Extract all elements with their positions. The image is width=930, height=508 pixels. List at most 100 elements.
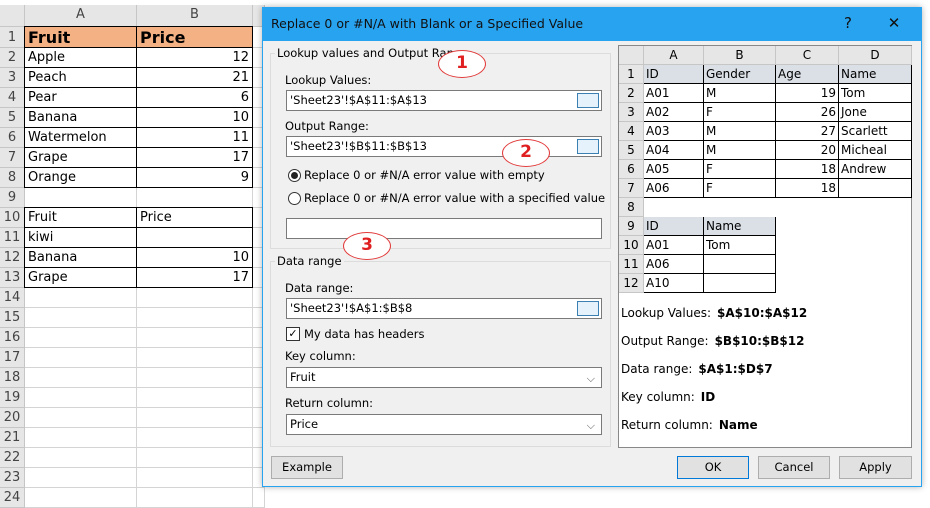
- output-range-input[interactable]: 'Sheet23'!$B$11:$B$13: [286, 136, 602, 157]
- row-header[interactable]: 24: [0, 488, 25, 508]
- apply-button[interactable]: Apply: [839, 456, 912, 479]
- cell-a[interactable]: [25, 388, 137, 408]
- row-header[interactable]: 19: [0, 388, 25, 408]
- cell-b[interactable]: 10: [136, 247, 253, 268]
- row-header[interactable]: 8: [0, 168, 25, 188]
- cell-a[interactable]: Pear: [24, 87, 137, 108]
- row-header[interactable]: 10: [0, 208, 25, 228]
- cell-a[interactable]: Grape: [24, 147, 137, 168]
- column-header[interactable]: A: [25, 5, 137, 27]
- cell-b[interactable]: [137, 388, 253, 408]
- cell-a[interactable]: [25, 468, 137, 488]
- row-header[interactable]: 4: [0, 88, 25, 108]
- cell-a[interactable]: [25, 188, 137, 208]
- cell-b[interactable]: 10: [136, 107, 253, 128]
- cell-a[interactable]: Grape: [24, 267, 137, 288]
- row-header[interactable]: 7: [0, 148, 25, 168]
- lookup-values-label: Lookup Values:: [285, 73, 372, 87]
- row-header[interactable]: 16: [0, 328, 25, 348]
- row-header[interactable]: 13: [0, 268, 25, 288]
- cell-a[interactable]: [25, 448, 137, 468]
- row-header[interactable]: 15: [0, 308, 25, 328]
- row-header[interactable]: 21: [0, 428, 25, 448]
- ok-button[interactable]: OK: [677, 456, 749, 479]
- cell-a[interactable]: [25, 428, 137, 448]
- cell-a[interactable]: Watermelon: [24, 127, 137, 148]
- cell-b[interactable]: 6: [136, 87, 253, 108]
- row-header[interactable]: 5: [0, 108, 25, 128]
- cell-b[interactable]: Price: [136, 207, 253, 228]
- lookup-values-input[interactable]: 'Sheet23'!$A$11:$A$13: [286, 90, 602, 111]
- cell-a[interactable]: [25, 488, 137, 508]
- cell-a[interactable]: Banana: [24, 247, 137, 268]
- cell-b[interactable]: [136, 227, 253, 248]
- preview-cell: M: [704, 141, 776, 160]
- cell-b[interactable]: [137, 308, 253, 328]
- row-header[interactable]: 1: [0, 27, 25, 48]
- cell-b[interactable]: 17: [136, 147, 253, 168]
- cell-b[interactable]: [137, 488, 253, 508]
- cell-a[interactable]: Peach: [24, 67, 137, 88]
- row-header[interactable]: 20: [0, 408, 25, 428]
- close-button[interactable]: ✕: [879, 8, 909, 41]
- cell-a[interactable]: [25, 308, 137, 328]
- row-header[interactable]: 6: [0, 128, 25, 148]
- select-all-corner[interactable]: [0, 5, 25, 27]
- radio-specified-label[interactable]: Replace 0 or #N/A error value with a spe…: [304, 191, 605, 205]
- row-header[interactable]: 14: [0, 288, 25, 308]
- radio-empty[interactable]: [288, 169, 301, 182]
- specified-value-input[interactable]: [286, 218, 602, 239]
- cell-b[interactable]: [137, 448, 253, 468]
- cell-a[interactable]: [25, 288, 137, 308]
- column-header[interactable]: B: [137, 5, 253, 27]
- preview-row-header: 7: [619, 179, 644, 198]
- cell-a[interactable]: Fruit: [24, 26, 137, 48]
- cell-b[interactable]: [137, 428, 253, 448]
- cancel-button[interactable]: Cancel: [758, 456, 830, 479]
- cell-a[interactable]: Orange: [24, 167, 137, 188]
- headers-checkbox-label[interactable]: My data has headers: [304, 327, 424, 341]
- cell-b[interactable]: [137, 468, 253, 488]
- key-column-select[interactable]: Fruit ⌵: [286, 367, 602, 388]
- cell-b[interactable]: [137, 288, 253, 308]
- cell-b[interactable]: [137, 368, 253, 388]
- cell-b[interactable]: 12: [136, 47, 253, 68]
- row-header[interactable]: 12: [0, 248, 25, 268]
- cell-a[interactable]: [25, 328, 137, 348]
- cell-b[interactable]: [137, 188, 253, 208]
- cell-c[interactable]: [253, 488, 265, 508]
- example-button[interactable]: Example: [271, 456, 343, 479]
- help-button[interactable]: ?: [833, 8, 863, 41]
- cell-a[interactable]: [25, 408, 137, 428]
- range-select-icon[interactable]: [577, 93, 599, 108]
- cell-a[interactable]: Banana: [24, 107, 137, 128]
- cell-b[interactable]: [137, 328, 253, 348]
- cell-b[interactable]: 17: [136, 267, 253, 288]
- headers-checkbox[interactable]: ✓: [286, 327, 300, 341]
- range-select-icon[interactable]: [577, 301, 599, 316]
- row-header[interactable]: 9: [0, 188, 25, 208]
- cell-b[interactable]: 11: [136, 127, 253, 148]
- radio-specified[interactable]: [288, 192, 301, 205]
- row-header[interactable]: 22: [0, 448, 25, 468]
- range-select-icon[interactable]: [577, 139, 599, 154]
- row-header[interactable]: 23: [0, 468, 25, 488]
- return-column-select[interactable]: Price ⌵: [286, 414, 602, 435]
- cell-b[interactable]: 21: [136, 67, 253, 88]
- row-header[interactable]: 2: [0, 48, 25, 68]
- cell-a[interactable]: [25, 368, 137, 388]
- cell-b[interactable]: [137, 348, 253, 368]
- data-range-input[interactable]: 'Sheet23'!$A$1:$B$8: [286, 298, 602, 319]
- cell-a[interactable]: Fruit: [24, 207, 137, 228]
- radio-empty-label[interactable]: Replace 0 or #N/A error value with empty: [304, 168, 545, 182]
- row-header[interactable]: 18: [0, 368, 25, 388]
- row-header[interactable]: 11: [0, 228, 25, 248]
- cell-a[interactable]: [25, 348, 137, 368]
- cell-a[interactable]: Apple: [24, 47, 137, 68]
- row-header[interactable]: 3: [0, 68, 25, 88]
- row-header[interactable]: 17: [0, 348, 25, 368]
- cell-b[interactable]: Price: [136, 26, 253, 48]
- cell-b[interactable]: [137, 408, 253, 428]
- cell-b[interactable]: 9: [136, 167, 253, 188]
- cell-a[interactable]: kiwi: [24, 227, 137, 248]
